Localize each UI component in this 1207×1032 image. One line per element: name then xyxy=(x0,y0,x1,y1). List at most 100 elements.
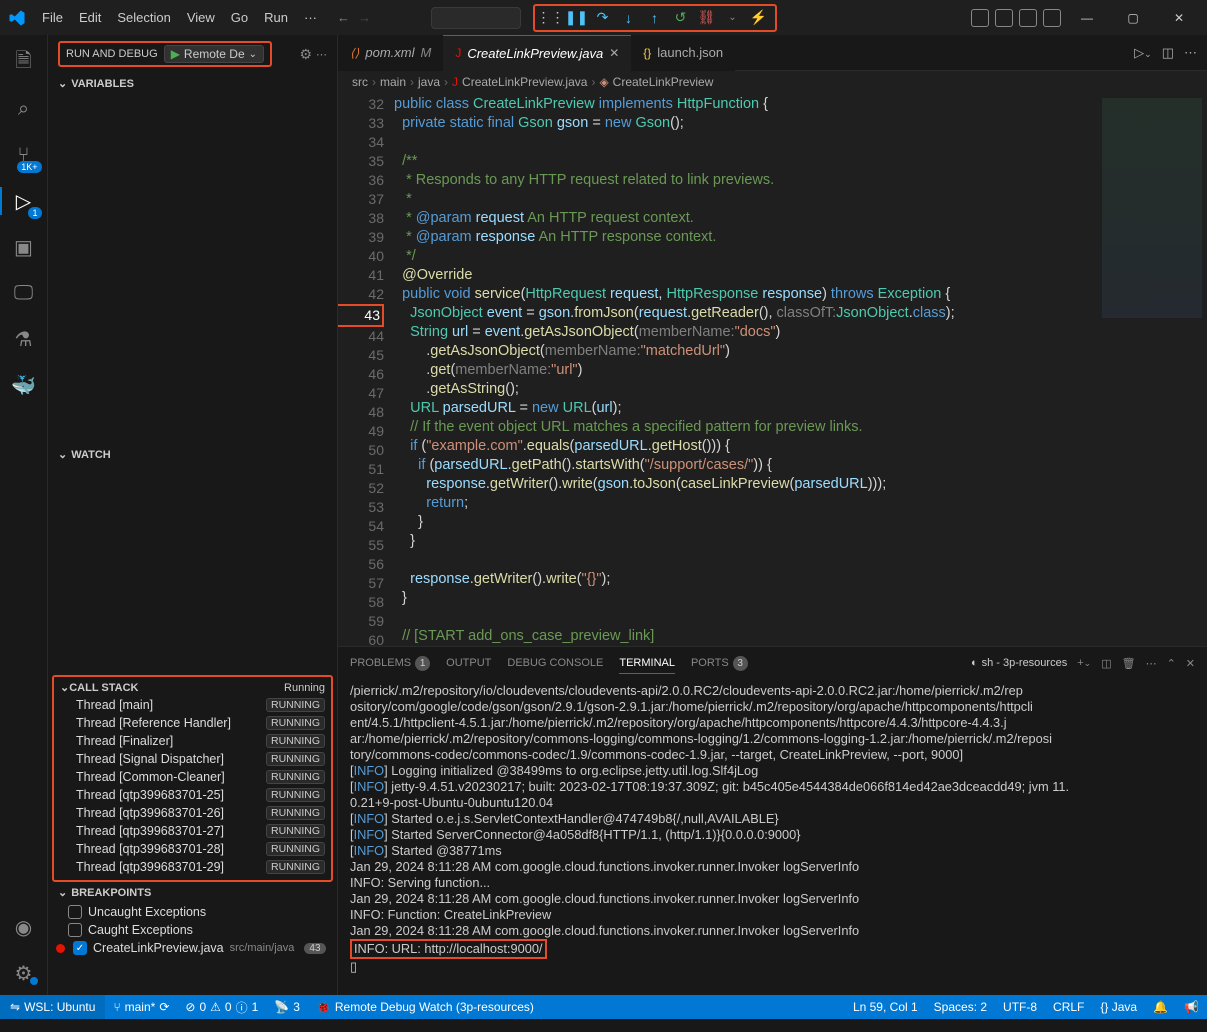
step-over-icon[interactable]: ↷ xyxy=(593,8,613,28)
more-icon[interactable]: ⋯ xyxy=(1184,45,1197,61)
eol-status[interactable]: CRLF xyxy=(1045,995,1092,1019)
nav-fwd-icon[interactable]: → xyxy=(358,10,371,25)
search-icon[interactable]: ⌕ xyxy=(0,87,48,131)
checkbox-icon[interactable] xyxy=(68,905,82,919)
terminal-body[interactable]: /pierrick/.m2/repository/io/cloudevents/… xyxy=(338,679,1207,995)
ports-status[interactable]: 📡3 xyxy=(266,995,308,1019)
breakpoints-section-header[interactable]: ⌄BREAKPOINTS xyxy=(48,882,337,903)
tab-createlinkpreview[interactable]: JCreateLinkPreview.java✕ xyxy=(443,35,631,71)
thread-row[interactable]: Thread [main]RUNNING xyxy=(54,696,331,714)
disconnect-icon[interactable]: ⛓ xyxy=(697,8,717,28)
kill-terminal-icon[interactable]: 🗑 xyxy=(1122,657,1136,670)
thread-row[interactable]: Thread [Finalizer]RUNNING xyxy=(54,732,331,750)
run-debug-icon[interactable]: ▷1 xyxy=(0,179,48,223)
nav-back-icon[interactable]: ← xyxy=(337,10,350,25)
variables-section-header[interactable]: ⌄VARIABLES xyxy=(48,73,337,94)
tab-launch[interactable]: {}launch.json xyxy=(631,35,735,71)
gear-icon[interactable]: ⚙ xyxy=(299,46,312,63)
split-editor-icon[interactable]: ◫ xyxy=(1162,45,1174,61)
thread-row[interactable]: Thread [Common-Cleaner]RUNNING xyxy=(54,768,331,786)
tab-output[interactable]: OUTPUT xyxy=(446,653,491,673)
checkbox-checked-icon[interactable]: ✓ xyxy=(73,941,87,955)
thread-row[interactable]: Thread [qtp399683701-28]RUNNING xyxy=(54,840,331,858)
activity-bar: 🗎 ⌕ ⑂1K+ ▷1 ▣ 🖵 ⚗ 🐳 ◉ ⚙ xyxy=(0,35,48,995)
code-editor[interactable]: public class CreateLinkPreview implement… xyxy=(394,93,1097,646)
thread-row[interactable]: Thread [qtp399683701-26]RUNNING xyxy=(54,804,331,822)
command-center[interactable] xyxy=(431,7,521,29)
tab-terminal[interactable]: TERMINAL xyxy=(619,653,675,674)
line-gutter[interactable]: 3233343536373839404142434445464748495051… xyxy=(338,93,394,646)
terminal-selector[interactable]: ◐sh - 3p-resources xyxy=(971,657,1067,669)
menu-run[interactable]: Run xyxy=(256,6,296,29)
breadcrumb[interactable]: src› main› java› JCreateLinkPreview.java… xyxy=(338,71,1207,93)
breakpoint-dot-icon xyxy=(56,944,65,953)
minimize-icon[interactable]: — xyxy=(1067,4,1107,32)
breakpoint-caught[interactable]: Caught Exceptions xyxy=(48,921,337,939)
tab-debug-console[interactable]: DEBUG CONSOLE xyxy=(507,653,603,673)
source-control-icon[interactable]: ⑂1K+ xyxy=(0,133,48,177)
thread-row[interactable]: Thread [qtp399683701-25]RUNNING xyxy=(54,786,331,804)
close-icon[interactable]: ✕ xyxy=(609,46,619,60)
cursor-position[interactable]: Ln 59, Col 1 xyxy=(845,995,926,1019)
menu-selection[interactable]: Selection xyxy=(109,6,178,29)
menu-edit[interactable]: Edit xyxy=(71,6,109,29)
notifications-icon[interactable]: 🔔 xyxy=(1145,995,1176,1019)
tab-problems[interactable]: PROBLEMS1 xyxy=(350,652,430,675)
encoding-status[interactable]: UTF-8 xyxy=(995,995,1045,1019)
minimap[interactable] xyxy=(1097,93,1207,646)
remote-indicator[interactable]: ⇋WSL: Ubuntu xyxy=(0,995,105,1019)
feedback-icon[interactable]: 📢 xyxy=(1176,995,1207,1019)
new-terminal-icon[interactable]: +⌄ xyxy=(1077,657,1091,669)
xml-icon: ⟨⟩ xyxy=(350,46,359,60)
layout-icon[interactable] xyxy=(971,9,989,27)
step-out-icon[interactable]: ↑ xyxy=(645,8,665,28)
menu-···[interactable]: ··· xyxy=(296,6,325,29)
menu-file[interactable]: File xyxy=(34,6,71,29)
accounts-icon[interactable]: ◉ xyxy=(0,905,48,949)
more-icon[interactable]: ⋯ xyxy=(1146,657,1157,670)
watch-section-header[interactable]: ⌄WATCH xyxy=(48,444,337,465)
menu-go[interactable]: Go xyxy=(223,6,256,29)
more-icon[interactable]: ⋯ xyxy=(316,48,327,61)
split-terminal-icon[interactable]: ◫ xyxy=(1101,657,1111,670)
chevron-down-icon[interactable]: ⌄ xyxy=(723,8,743,28)
indent-status[interactable]: Spaces: 2 xyxy=(926,995,995,1019)
breakpoint-uncaught[interactable]: Uncaught Exceptions xyxy=(48,903,337,921)
language-status[interactable]: {} Java xyxy=(1092,995,1145,1019)
step-into-icon[interactable]: ↓ xyxy=(619,8,639,28)
sync-icon[interactable]: ⟳ xyxy=(159,1000,169,1014)
launch-config-dropdown[interactable]: ▶ Remote De ⌄ xyxy=(164,45,264,63)
tab-pom[interactable]: ⟨⟩pom.xml M xyxy=(338,35,443,71)
thread-row[interactable]: Thread [qtp399683701-29]RUNNING xyxy=(54,858,331,876)
remote-explorer-icon[interactable]: 🖵 xyxy=(0,271,48,315)
thread-row[interactable]: Thread [Reference Handler]RUNNING xyxy=(54,714,331,732)
explorer-icon[interactable]: 🗎 xyxy=(0,41,48,85)
maximize-icon[interactable]: ▢ xyxy=(1113,4,1153,32)
close-panel-icon[interactable]: ✕ xyxy=(1186,657,1195,670)
run-icon[interactable]: ▷⌄ xyxy=(1134,45,1152,61)
layout-icon[interactable] xyxy=(1019,9,1037,27)
testing-icon[interactable]: ⚗ xyxy=(0,317,48,361)
breakpoint-file[interactable]: ✓ CreateLinkPreview.java src/main/java 4… xyxy=(48,939,337,957)
drag-handle-icon[interactable]: ⋮⋮ xyxy=(541,8,561,28)
pause-icon[interactable]: ❚❚ xyxy=(567,8,587,28)
chevron-up-icon[interactable]: ⌃ xyxy=(1167,657,1176,670)
git-branch[interactable]: ⑂main*⟳ xyxy=(105,995,177,1019)
vscode-logo-icon xyxy=(8,9,26,27)
extensions-icon[interactable]: ▣ xyxy=(0,225,48,269)
checkbox-icon[interactable] xyxy=(68,923,82,937)
hot-reload-icon[interactable]: ⚡ xyxy=(749,8,769,28)
layout-icon[interactable] xyxy=(1043,9,1061,27)
problems-status[interactable]: ⊘0 ⚠0 ⓘ1 xyxy=(177,995,266,1019)
tab-ports[interactable]: PORTS3 xyxy=(691,652,748,675)
callstack-header[interactable]: ⌄ CALL STACK Running xyxy=(54,679,331,696)
thread-row[interactable]: Thread [Signal Dispatcher]RUNNING xyxy=(54,750,331,768)
settings-gear-icon[interactable]: ⚙ xyxy=(0,951,48,995)
debug-status[interactable]: 🐞Remote Debug Watch (3p-resources) xyxy=(308,995,542,1019)
close-icon[interactable]: ✕ xyxy=(1159,4,1199,32)
restart-icon[interactable]: ↺ xyxy=(671,8,691,28)
docker-icon[interactable]: 🐳 xyxy=(0,363,48,407)
menu-view[interactable]: View xyxy=(179,6,223,29)
layout-icon[interactable] xyxy=(995,9,1013,27)
thread-row[interactable]: Thread [qtp399683701-27]RUNNING xyxy=(54,822,331,840)
